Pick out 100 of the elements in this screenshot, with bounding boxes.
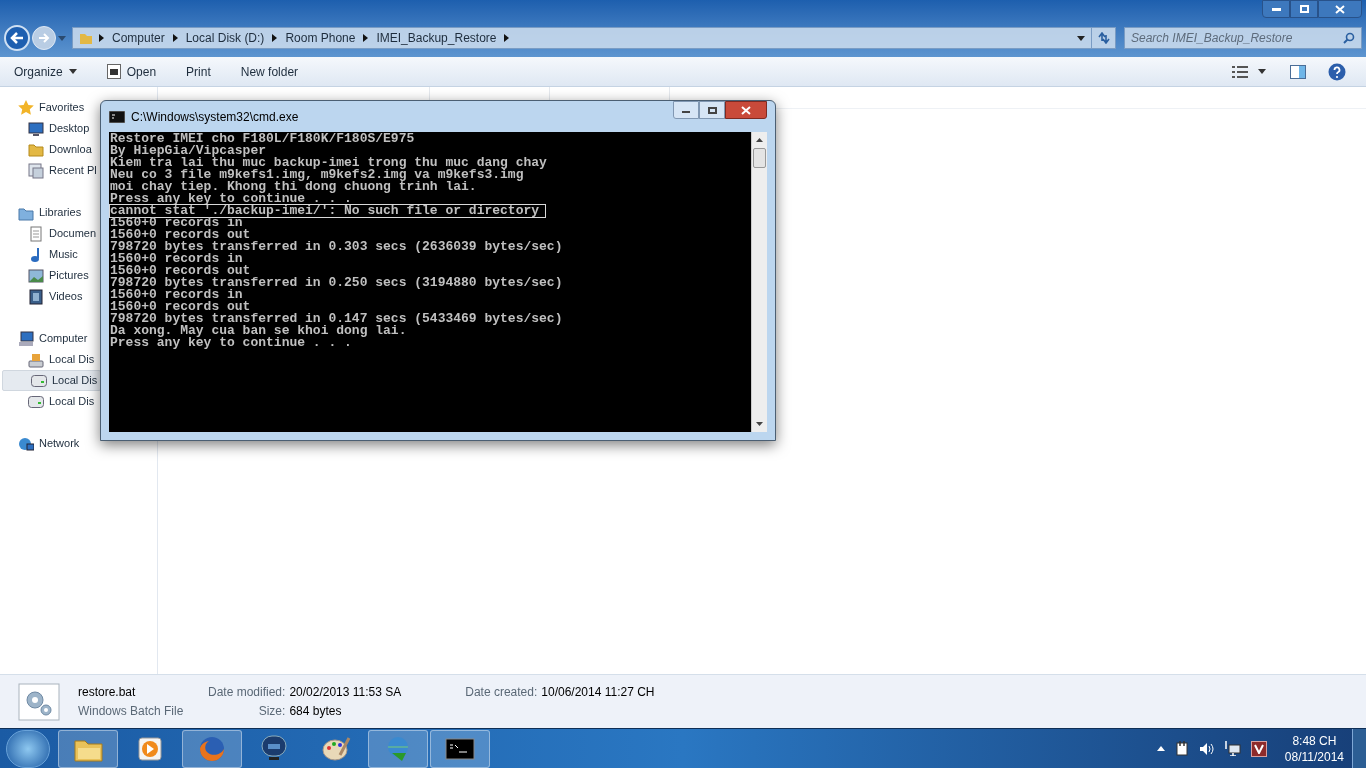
close-button[interactable] [1318,0,1362,18]
nav-item[interactable]: Desktop [0,118,99,139]
search-icon [1343,32,1355,44]
nav-item[interactable]: Local Dis [0,349,99,370]
chevron-icon[interactable] [172,34,178,42]
videos-icon [28,288,44,305]
toolbar-button[interactable]: Open [100,59,163,84]
toolbar-button[interactable]: New folder [234,59,305,84]
close-icon [1335,4,1345,14]
console-line: Press any key to continue . . . [110,193,352,205]
nav-item[interactable]: Libraries [0,202,99,223]
console-line: Restore IMEI cho F180L/F180K/F180S/E975 [110,133,415,145]
field-label: Size: [257,702,286,720]
nav-item[interactable]: Local Dis [2,370,101,391]
scroll-down-arrow-icon[interactable] [756,422,763,426]
nav-item[interactable]: Favorites [0,97,99,118]
console-line: 798720 bytes transferred in 0.147 secs (5433469 bytes/sec) [110,313,563,325]
address-bar[interactable]: Computer Local Disk (D:) Room Phone IMEI_Backup_Restore [72,27,1116,49]
taskbar-button[interactable] [430,729,490,768]
system-drive-icon [28,351,44,368]
forward-arrow-icon [38,33,50,43]
minimize-button[interactable] [1262,0,1290,18]
console-line: moi chay tiep. Khong thi dong chuong trinh lai. [110,181,477,193]
console-line: Kiem tra lai thu muc backup-imei trong thu muc dang chay [110,157,547,169]
back-arrow-icon [10,32,24,44]
folder-icon [79,31,93,45]
close-icon [741,105,751,115]
console-line: 798720 bytes transferred in 0.250 secs (3194880 bytes/sec) [110,277,563,289]
nav-item[interactable]: Documen [0,223,99,244]
nav-item[interactable]: Network [0,433,99,454]
desktop-icon [28,120,44,137]
taskbar-button[interactable] [58,729,118,768]
help-icon[interactable] [1328,62,1346,81]
field-label: Date created: [465,683,538,701]
drive-icon [28,393,44,410]
network-icon [18,435,34,452]
pictures-icon [28,267,44,284]
console-line: Press any key to continue . . . [110,337,352,349]
console-line: 798720 bytes transferred in 0.303 secs (2636039 bytes/sec) [110,241,563,253]
maximize-button[interactable] [699,101,725,119]
back-button[interactable] [4,25,30,51]
nav-item[interactable]: Computer [0,328,99,349]
document-icon [28,225,44,242]
v-icon[interactable] [1250,740,1267,757]
nav-item[interactable]: Recent Pl [0,160,99,181]
search-field[interactable]: Search IMEI_Backup_Restore [1124,27,1362,49]
details-view-icon [1232,65,1248,78]
refresh-icon [1096,32,1111,44]
caret-icon [68,69,77,74]
console-line: Da xong. May cua ban se khoi dong lai. [110,325,407,337]
forward-button[interactable] [32,26,56,50]
toolbar-button[interactable]: Print [180,59,217,84]
nav-item[interactable]: Music [0,244,99,265]
vertical-scrollbar[interactable] [751,132,767,432]
field-value: 20/02/2013 11:53 SA [289,683,402,701]
file-type: Windows Batch File [78,702,185,720]
clock-date[interactable]: 08/11/2014 [1284,748,1344,765]
nav-item[interactable]: Downloa [0,139,99,160]
show-hidden-icons-icon[interactable] [1156,746,1165,751]
console-line: By HiepGia/Vipcasper [110,145,267,157]
chevron-icon[interactable] [504,34,510,42]
chevron-icon[interactable] [99,34,104,42]
field-value: 684 bytes [289,702,343,720]
console-line: 1560+0 records in [110,217,243,229]
nav-item[interactable]: Pictures [0,265,99,286]
breadcrumb-item[interactable]: IMEI_Backup_Restore [376,29,497,47]
scroll-thumb[interactable] [753,148,766,168]
dropdown-arrow-icon[interactable] [1077,35,1085,41]
minimize-button[interactable] [673,101,699,119]
console-line: 1560+0 records out [110,229,251,241]
chevron-icon[interactable] [272,34,278,42]
view-options-button[interactable] [1230,65,1268,78]
field-value: 10/06/2014 11:27 CH [541,683,655,701]
console-file-icon [106,64,121,79]
show-desktop-button[interactable] [1352,729,1366,768]
field-label: Date modified: [208,683,286,701]
power-plug-icon[interactable] [1174,740,1189,757]
console-app-icon [109,110,125,123]
nav-item[interactable]: Local Dis [0,391,99,412]
breadcrumb-item[interactable]: Room Phone [285,29,356,47]
chevron-icon[interactable] [363,34,369,42]
start-button[interactable] [6,729,50,768]
restore-button[interactable] [1290,0,1318,18]
clock-time[interactable]: 8:48 CH [1292,732,1337,749]
star-icon [18,99,34,116]
scroll-up-arrow-icon[interactable] [756,138,763,142]
preview-pane-icon[interactable] [1290,64,1306,79]
computer-icon [18,330,34,347]
breadcrumb-item[interactable]: Local Disk (D:) [185,29,265,47]
network-icon[interactable] [1224,741,1241,756]
close-button[interactable] [725,101,767,119]
toolbar-button[interactable]: Organize [8,59,83,84]
window-title: C:\Windows\system32\cmd.exe [131,108,299,126]
nav-item[interactable]: Videos [0,286,99,307]
folder-icon [28,141,44,158]
console-line: 1560+0 records in [110,289,243,301]
speaker-icon[interactable] [1198,741,1215,756]
file-name: restore.bat [78,683,137,701]
breadcrumb-item[interactable]: Computer [112,29,165,47]
drive-icon [31,372,47,389]
